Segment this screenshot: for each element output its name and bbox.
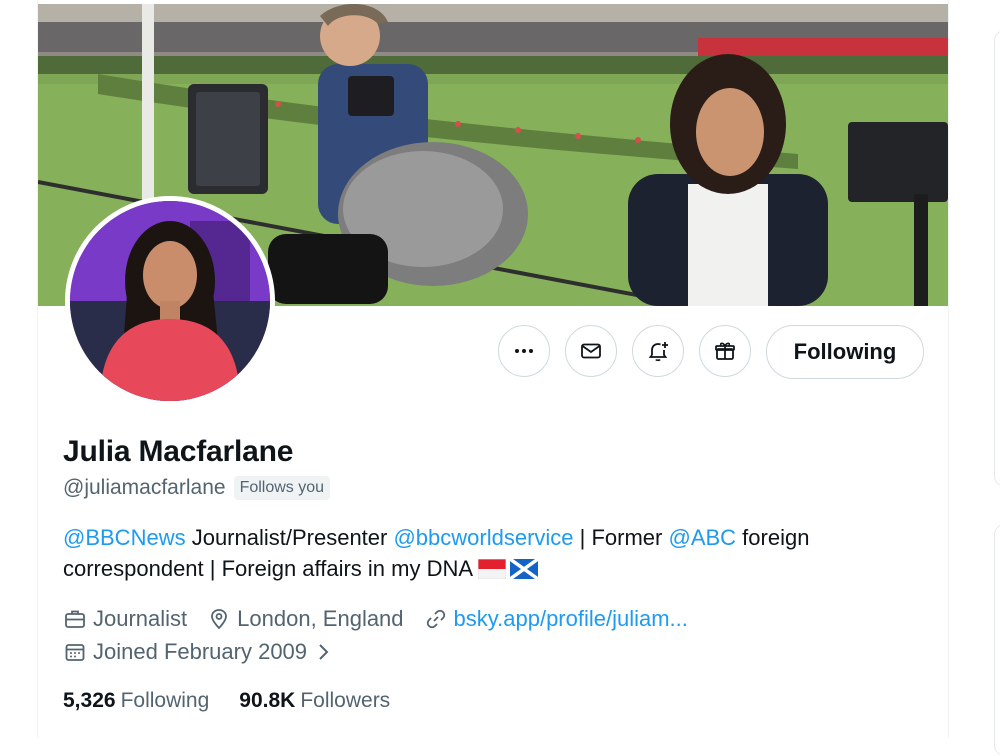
location-pin-icon: [211, 609, 228, 630]
avatar-image: [70, 201, 270, 401]
profile-name: Julia Macfarlane: [63, 435, 294, 468]
chevron-right-icon: [319, 644, 329, 660]
sidebar-card-edge: [994, 524, 1000, 756]
followers-stat[interactable]: 90.8K Followers: [239, 689, 390, 713]
profile-handle: @juliamacfarlane: [63, 476, 226, 499]
more-options-button[interactable]: [498, 325, 550, 377]
website-link[interactable]: bsky.app/profile/juliam...: [454, 606, 688, 632]
handle-row: @juliamacfarlane Follows you: [63, 476, 331, 500]
more-horizontal-icon: [515, 349, 533, 353]
subscribe-button[interactable]: [699, 325, 751, 377]
occupation-text: Journalist: [93, 606, 188, 631]
joined-row[interactable]: Joined February 2009: [63, 639, 355, 665]
followers-label: Followers: [300, 689, 391, 712]
joined-text: Joined February 2009: [93, 639, 308, 664]
bio-text: | Former: [573, 525, 669, 550]
scotland-flag-icon: [509, 559, 538, 579]
briefcase-icon: [65, 610, 85, 628]
message-button[interactable]: [565, 325, 617, 377]
left-gutter: [0, 0, 37, 738]
envelope-icon: [581, 343, 601, 359]
website-item[interactable]: bsky.app/profile/juliam...: [424, 606, 688, 632]
location-text: London, England: [237, 606, 404, 631]
profile-avatar[interactable]: [65, 196, 275, 406]
sidebar-card-edge: [994, 30, 1000, 487]
following-button[interactable]: Following: [766, 325, 924, 379]
bio-text: Journalist/Presenter: [185, 525, 394, 550]
follows-you-badge: Follows you: [233, 476, 331, 500]
notifications-button[interactable]: [632, 325, 684, 377]
following-stat[interactable]: 5,326 Following: [63, 689, 209, 713]
joined-item[interactable]: Joined February 2009: [63, 639, 335, 665]
indonesia-flag-icon: [477, 559, 506, 579]
link-icon: [426, 609, 445, 629]
bio-mention-abc[interactable]: @ABC: [668, 525, 736, 550]
profile-column: Following Julia Macfarlane @juliamacfarl…: [37, 0, 949, 738]
following-count: 5,326: [63, 689, 116, 712]
calendar-icon: [65, 644, 85, 661]
location-item: London, England: [207, 606, 404, 632]
occupation-item: Journalist: [63, 606, 187, 632]
followers-count: 90.8K: [239, 689, 296, 712]
gift-icon: [715, 342, 735, 360]
profile-meta-row: Journalist London, England bsky.app/prof…: [63, 606, 708, 632]
following-label: Following: [120, 689, 210, 712]
bio-mention-bbcworldservice[interactable]: @bbcworldservice: [393, 525, 573, 550]
bio-mention-bbcnews[interactable]: @BBCNews: [63, 525, 186, 550]
bell-plus-icon: [648, 342, 668, 362]
profile-bio: @BBCNews Journalist/Presenter @bbcworlds…: [63, 522, 923, 584]
follow-stats: 5,326 Following 90.8K Followers: [63, 689, 420, 713]
